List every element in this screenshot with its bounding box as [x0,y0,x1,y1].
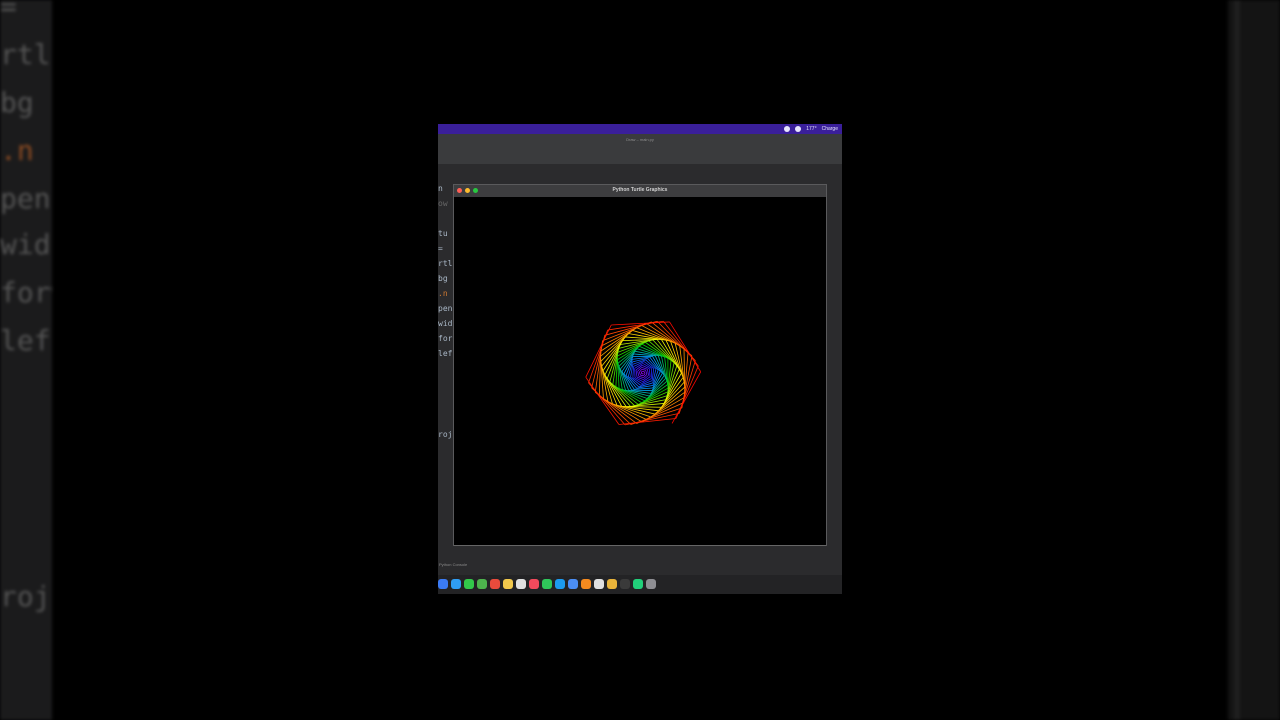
dock-app-store-icon[interactable] [555,579,565,589]
spiral-segment [646,369,649,376]
spiral-segment [612,384,639,405]
turtle-window[interactable]: Python Turtle Graphics [453,184,827,546]
spiral-segment [648,368,651,377]
dock [438,575,842,594]
spiral-segment [671,371,702,424]
background-code-line: roje [0,580,52,613]
spiral-segment [631,389,652,392]
code-line: wid [438,319,453,328]
spiral-segment [664,357,668,385]
battery-text[interactable]: Charge [822,125,838,133]
control-center-icon[interactable] [795,126,802,132]
dock-facetime-icon[interactable] [542,579,552,589]
spiral-segment [622,338,662,342]
background-code-line: .n [0,134,34,167]
spiral-segment [618,366,626,391]
dock-notes-icon[interactable] [503,579,513,589]
window-title: Python Turtle Graphics [612,187,668,193]
background-code-line: rtle [0,38,52,71]
background-code-line: pend [0,182,52,215]
spiral-segment [643,371,646,374]
dock-messages-icon[interactable] [464,579,474,589]
dock-preview-icon[interactable] [594,579,604,589]
dock-apps [438,579,656,589]
dock-calendar-icon[interactable] [516,579,526,589]
code-line: ow [438,199,448,208]
code-line: = [438,244,443,253]
spiral-segment [635,369,638,378]
code-line: tu [438,229,448,238]
spiral-segment [641,368,646,371]
spiral-segment [630,399,666,407]
code-line: bg [438,274,448,283]
dock-vlc-icon[interactable] [581,579,591,589]
dock-photos-icon[interactable] [490,579,500,589]
spiral-segment [643,373,646,376]
ide-file-title: Draw – main.py [626,137,654,142]
ide-toolbar: Draw – main.py [438,134,842,164]
dock-terminal-icon[interactable] [620,579,630,589]
background-panel-blur [1228,0,1280,720]
dock-pycharm-icon[interactable] [633,579,643,589]
spiral-segment [645,342,672,361]
dock-settings-icon[interactable] [646,579,656,589]
status-tray: 177° Charge [784,125,838,133]
background-code-line: wid [0,228,51,261]
spiral-segment [640,371,643,373]
background-code-line: forw [0,276,52,309]
background-divider [1234,0,1240,720]
dock-safari-icon[interactable] [451,579,461,589]
spiral-segment [617,346,640,364]
dock-chrome-icon[interactable] [607,579,617,589]
weather-text[interactable]: 177° [806,125,816,133]
turtle-canvas [454,197,826,546]
background-code-line: left [0,324,52,357]
background-code-line: = [0,0,17,23]
menu-bar: 177° Charge [438,124,842,134]
python-console-tab[interactable]: Python Console [438,558,842,570]
spiral-segment [632,366,634,378]
dock-xcode-icon[interactable] [568,579,578,589]
record-icon[interactable] [784,126,791,132]
spiral-segment [637,371,640,377]
code-line: n [438,184,443,193]
background-editor-blur: = rtle bg .n pend wid forw left roje [0,0,52,720]
dock-maps-icon[interactable] [477,579,487,589]
spiral-segment [669,321,702,372]
code-line: for [438,334,453,343]
spiral-segment [651,373,663,391]
dock-music-icon[interactable] [529,579,539,589]
dock-finder-icon[interactable] [438,579,448,589]
spiral-segment [638,371,641,376]
spiral-drawing [585,320,702,426]
spiral-segment [645,370,648,375]
spiral-segment [638,375,644,379]
code-line: .n [438,289,448,298]
python-console-label: Python Console [439,562,468,567]
window-titlebar[interactable]: Python Turtle Graphics [454,185,826,197]
background-code-line: bg [0,86,34,119]
